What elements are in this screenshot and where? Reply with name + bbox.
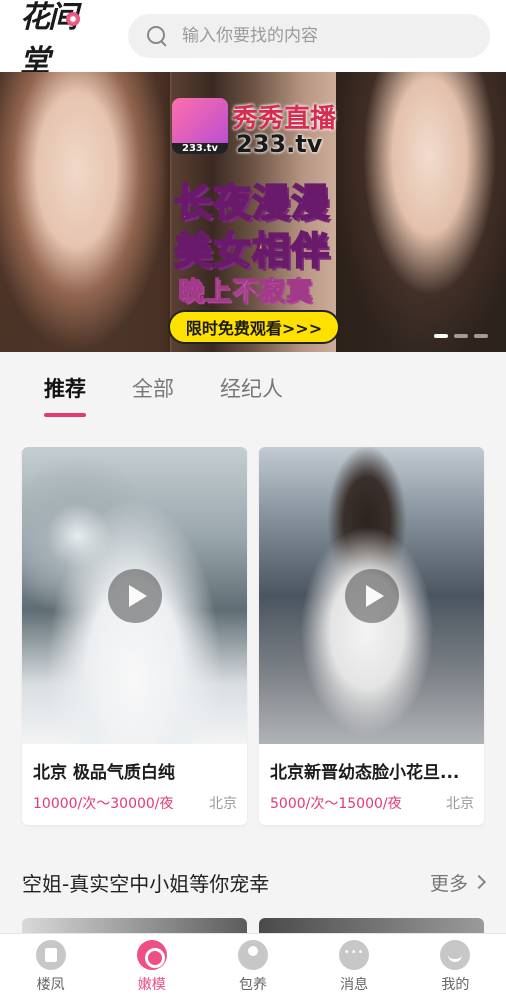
banner-dot[interactable] bbox=[434, 334, 448, 338]
promo-banner[interactable]: 233.tv 秀秀直播 233.tv 长夜漫漫 美女相伴 晚上不寂寞 限时免费观… bbox=[0, 72, 506, 352]
flower-icon bbox=[66, 12, 80, 26]
tab-all[interactable]: 全部 bbox=[132, 373, 174, 411]
card-meta: 5000/次～15000/夜 北京 bbox=[259, 783, 484, 813]
banner-photo-left bbox=[0, 72, 170, 352]
badge-label: 233.tv bbox=[172, 143, 228, 154]
profile-card[interactable]: 北京新晋幼态脸小花旦... 5000/次～15000/夜 北京 bbox=[259, 447, 484, 825]
nav-label: 包养 bbox=[238, 977, 267, 993]
section-header: 空姐-真实空中小姐等你宠幸 更多 bbox=[22, 862, 487, 902]
card-city: 北京 bbox=[446, 796, 474, 812]
profile-card-grid: 北京 极品气质白纯 10000/次～30000/夜 北京 北京新晋幼态脸小花旦.… bbox=[22, 447, 484, 825]
banner-brand-domain: 233.tv bbox=[236, 130, 323, 158]
nav-label: 嫩模 bbox=[137, 977, 166, 993]
nav-item-profile[interactable]: 我的 bbox=[415, 940, 495, 994]
model-icon bbox=[136, 940, 167, 970]
nav-item-loufeng[interactable]: 楼凤 bbox=[11, 940, 91, 994]
more-label: 更多 bbox=[429, 872, 468, 895]
banner-headline-2: 美女相伴 bbox=[173, 228, 331, 274]
search-input[interactable] bbox=[182, 26, 472, 46]
card-video-thumbnail[interactable] bbox=[22, 447, 247, 744]
tab-agent[interactable]: 经纪人 bbox=[220, 373, 283, 411]
play-icon[interactable] bbox=[344, 568, 399, 623]
play-icon[interactable] bbox=[107, 568, 162, 623]
app-header: 花间堂 bbox=[0, 0, 506, 79]
profile-icon bbox=[440, 940, 471, 970]
section-title: 空姐-真实空中小姐等你宠幸 bbox=[22, 871, 270, 896]
nav-label: 我的 bbox=[441, 977, 470, 993]
chevron-right-icon bbox=[471, 874, 487, 890]
nav-label: 楼凤 bbox=[36, 977, 65, 993]
more-link[interactable]: 更多 bbox=[429, 869, 487, 896]
card-meta: 10000/次～30000/夜 北京 bbox=[22, 783, 247, 813]
card-title: 北京 极品气质白纯 bbox=[33, 763, 175, 783]
live-app-logo-icon: 233.tv bbox=[172, 98, 228, 154]
person-icon bbox=[237, 940, 268, 970]
card-price: 5000/次～15000/夜 bbox=[270, 796, 402, 812]
card-price: 10000/次～30000/夜 bbox=[33, 796, 174, 812]
card-title: 北京新晋幼态脸小花旦... bbox=[270, 763, 460, 783]
search-bar[interactable] bbox=[128, 14, 490, 58]
card-city: 北京 bbox=[209, 796, 237, 812]
banner-dot[interactable] bbox=[474, 334, 488, 338]
nav-item-messages[interactable]: 消息 bbox=[314, 940, 394, 994]
banner-pagination bbox=[434, 334, 488, 338]
search-icon bbox=[146, 25, 168, 47]
banner-cta-button[interactable]: 限时免费观看>>> bbox=[168, 310, 340, 344]
chat-icon bbox=[339, 940, 370, 970]
banner-headline-3: 晚上不寂寞 bbox=[177, 277, 314, 308]
banner-photo-right bbox=[336, 72, 506, 352]
nav-label: 消息 bbox=[340, 977, 369, 993]
logo-text: 花间堂 bbox=[20, 0, 78, 79]
app-logo[interactable]: 花间堂 bbox=[20, 0, 102, 79]
profile-card[interactable]: 北京 极品气质白纯 10000/次～30000/夜 北京 bbox=[22, 447, 247, 825]
bottom-navigation: 楼凤 嫩模 包养 消息 我的 bbox=[0, 933, 506, 1000]
nav-item-nenmo[interactable]: 嫩模 bbox=[112, 940, 192, 994]
banner-dot[interactable] bbox=[454, 334, 468, 338]
category-tabs: 推荐 全部 经纪人 bbox=[0, 352, 506, 432]
banner-headline-1: 长夜漫漫 bbox=[173, 180, 331, 226]
nav-item-baoyang[interactable]: 包养 bbox=[213, 940, 293, 994]
tab-recommended[interactable]: 推荐 bbox=[44, 373, 86, 417]
building-icon bbox=[35, 940, 66, 970]
card-video-thumbnail[interactable] bbox=[259, 447, 484, 744]
